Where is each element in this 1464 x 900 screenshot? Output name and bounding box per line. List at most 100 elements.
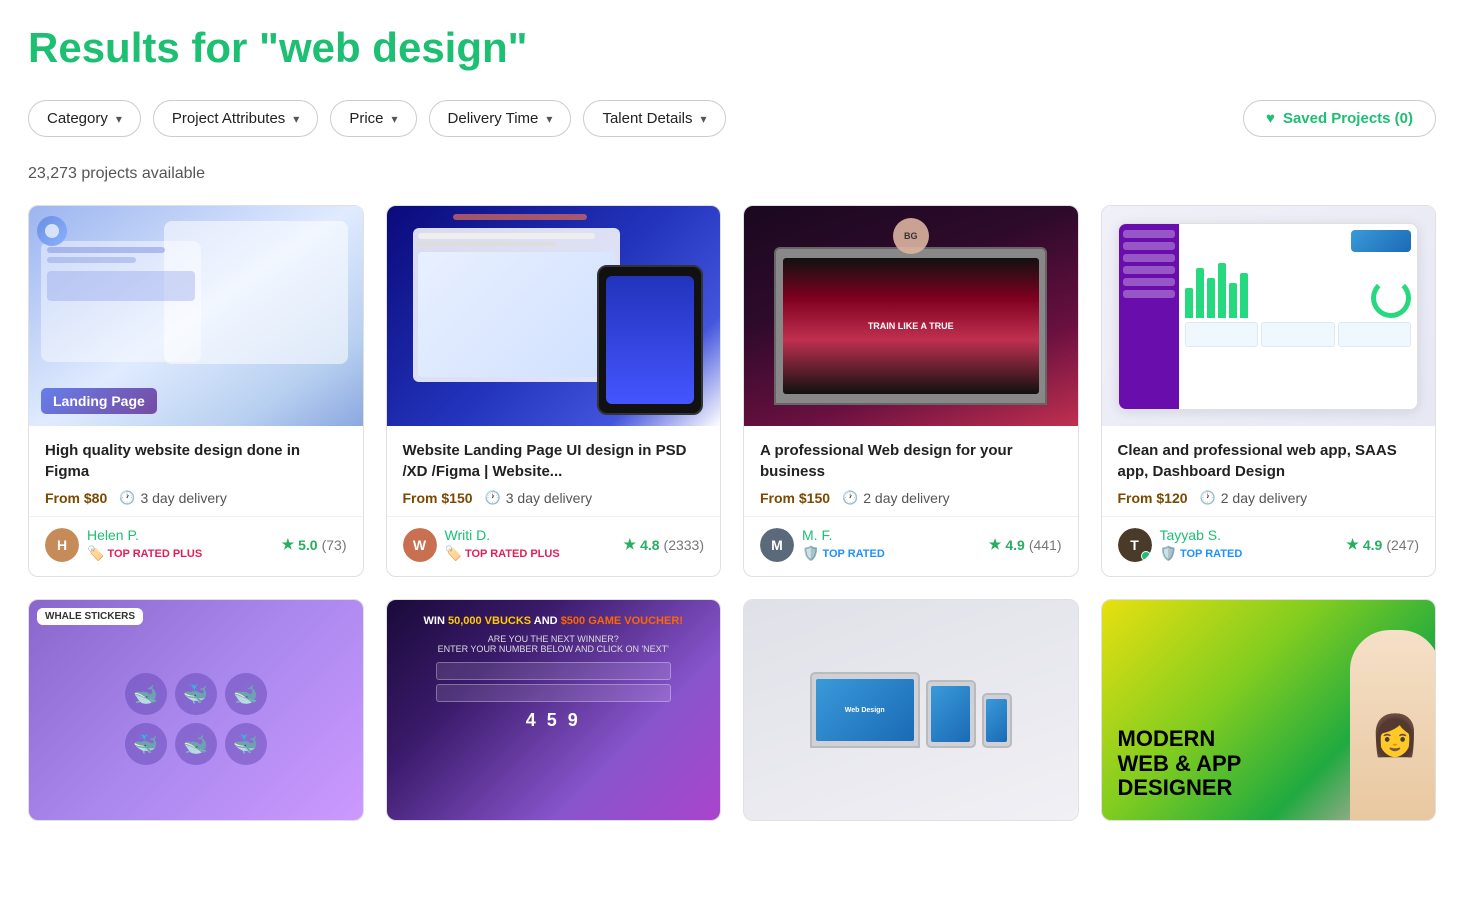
avatar: T [1118, 528, 1152, 562]
rating: ★ 4.9 (441) [989, 536, 1062, 553]
card-footer: M M. F. 🛡️ TOP RATED ★ 4.9 (441) [744, 516, 1078, 576]
card-delivery: 🕐 3 day delivery [119, 490, 227, 506]
clock-icon: 🕐 [842, 490, 858, 506]
project-attributes-filter-label: Project Attributes [172, 110, 285, 127]
card-body: Website Landing Page UI design in PSD /X… [387, 426, 721, 516]
card-footer: H Helen P. 🏷️ TOP RATED PLUS ★ 5.0 (73) [29, 516, 363, 576]
chevron-down-icon: ▾ [293, 112, 299, 126]
project-card: WHALE STICKERS 🐋 🐳 🐋 🐳 🐋 🐳 [28, 599, 364, 821]
modern-designer-text: MODERNWEB & APPDESIGNER [1118, 727, 1242, 800]
star-icon: ★ [624, 536, 637, 553]
card-thumbnail[interactable]: Landing Page [29, 206, 363, 426]
project-attributes-filter[interactable]: Project Attributes ▾ [153, 100, 318, 137]
avatar: M [760, 528, 794, 562]
card-thumbnail[interactable]: WHALE STICKERS 🐋 🐳 🐋 🐳 🐋 🐳 [29, 600, 363, 820]
card-price: From $120 [1118, 490, 1188, 506]
delivery-time-filter[interactable]: Delivery Time ▾ [429, 100, 572, 137]
seller-info: H Helen P. 🏷️ TOP RATED PLUS [45, 527, 202, 562]
card-price: From $150 [403, 490, 473, 506]
game-promo-text: WIN 50,000 VBUCKS AND $500 GAME VOUCHER! [424, 614, 683, 628]
seller-name[interactable]: Helen P. [87, 527, 202, 543]
game-number: 4 5 9 [526, 710, 581, 731]
rating-score: 4.8 [640, 537, 659, 553]
top-rated-badge: 🛡️ TOP RATED [1160, 545, 1243, 562]
devices-preview: Web Design [810, 672, 1012, 748]
card-footer: W Writi D. 🏷️ TOP RATED PLUS ★ 4.8 (2333… [387, 516, 721, 576]
clock-icon: 🕐 [485, 490, 501, 506]
results-count: 23,273 projects available [28, 165, 1436, 183]
chevron-down-icon: ▾ [700, 112, 706, 126]
rating-score: 5.0 [298, 537, 317, 553]
clock-icon: 🕐 [119, 490, 135, 506]
card-thumbnail[interactable]: WIN 50,000 VBUCKS AND $500 GAME VOUCHER!… [387, 600, 721, 820]
rating-score: 4.9 [1005, 537, 1024, 553]
avatar-initial: H [45, 528, 79, 562]
avatar-initial: M [760, 528, 794, 562]
top-rated-plus-badge: 🏷️ TOP RATED PLUS [445, 545, 560, 562]
seller-name[interactable]: M. F. [802, 527, 885, 543]
project-card: WIN 50,000 VBUCKS AND $500 GAME VOUCHER!… [386, 599, 722, 821]
rating-count: (441) [1029, 537, 1062, 553]
card-delivery: 🕐 2 day delivery [842, 490, 950, 506]
saved-projects-label: Saved Projects (0) [1283, 110, 1413, 127]
card-thumbnail[interactable] [1102, 206, 1436, 426]
game-sub-text: ARE YOU THE NEXT WINNER?ENTER YOUR NUMBE… [438, 634, 669, 654]
chevron-down-icon: ▾ [116, 112, 122, 126]
stickers-label: WHALE STICKERS [37, 608, 143, 625]
card-meta: From $150 🕐 2 day delivery [760, 490, 1062, 506]
card-price: From $80 [45, 490, 107, 506]
card-body: A professional Web design for your busin… [744, 426, 1078, 516]
price-filter[interactable]: Price ▾ [330, 100, 416, 137]
avatar: W [403, 528, 437, 562]
price-filter-label: Price [349, 110, 383, 127]
card-delivery: 🕐 3 day delivery [485, 490, 593, 506]
card-footer: T Tayyab S. 🛡️ TOP RATED ★ 4.9 (247) [1102, 516, 1436, 576]
card-delivery: 🕐 2 day delivery [1200, 490, 1308, 506]
badge-icon: 🏷️ [445, 545, 462, 562]
card-meta: From $150 🕐 3 day delivery [403, 490, 705, 506]
badge-icon: 🛡️ [802, 545, 819, 562]
card-body: Clean and professional web app, SAAS app… [1102, 426, 1436, 516]
card-thumbnail[interactable] [387, 206, 721, 426]
delivery-time-filter-label: Delivery Time [448, 110, 539, 127]
project-card: MODERNWEB & APPDESIGNER 👩 [1101, 599, 1437, 821]
page-title: Results for "web design" [28, 24, 1436, 72]
category-filter-label: Category [47, 110, 108, 127]
talent-details-filter[interactable]: Talent Details ▾ [583, 100, 725, 137]
rating-count: (2333) [664, 537, 704, 553]
category-filter[interactable]: Category ▾ [28, 100, 141, 137]
top-rated-badge: 🛡️ TOP RATED [802, 545, 885, 562]
card-meta: From $120 🕐 2 day delivery [1118, 490, 1420, 506]
rating-count: (247) [1386, 537, 1419, 553]
card-meta: From $80 🕐 3 day delivery [45, 490, 347, 506]
star-icon: ★ [989, 536, 1002, 553]
dashboard-preview [1118, 223, 1418, 410]
seller-name[interactable]: Tayyab S. [1160, 527, 1243, 543]
cards-grid: Landing Page High quality website design… [28, 205, 1436, 577]
rating: ★ 5.0 (73) [282, 536, 347, 553]
rating-count: (73) [322, 537, 347, 553]
card-title: High quality website design done in Figm… [45, 440, 347, 482]
chevron-down-icon: ▾ [546, 112, 552, 126]
cards-grid-row2: WHALE STICKERS 🐋 🐳 🐋 🐳 🐋 🐳 WIN 50,000 VB… [28, 599, 1436, 821]
rating: ★ 4.8 (2333) [624, 536, 705, 553]
card-title: Clean and professional web app, SAAS app… [1118, 440, 1420, 482]
filters-row: Category ▾ Project Attributes ▾ Price ▾ … [28, 100, 1436, 137]
card-body: High quality website design done in Figm… [29, 426, 363, 516]
project-card: Clean and professional web app, SAAS app… [1101, 205, 1437, 577]
seller-info: W Writi D. 🏷️ TOP RATED PLUS [403, 527, 560, 562]
saved-projects-button[interactable]: ♥ Saved Projects (0) [1243, 100, 1436, 137]
seller-info: M M. F. 🛡️ TOP RATED [760, 527, 885, 562]
card-thumbnail[interactable]: BG TRAIN LIKE A TRUE [744, 206, 1078, 426]
avatar-initial: W [403, 528, 437, 562]
seller-name[interactable]: Writi D. [445, 527, 560, 543]
top-rated-plus-badge: 🏷️ TOP RATED PLUS [87, 545, 202, 562]
card-thumbnail[interactable]: MODERNWEB & APPDESIGNER 👩 [1102, 600, 1436, 820]
card-thumbnail[interactable]: Web Design [744, 600, 1078, 820]
badge-icon: 🏷️ [87, 545, 104, 562]
project-card: Website Landing Page UI design in PSD /X… [386, 205, 722, 577]
rating: ★ 4.9 (247) [1346, 536, 1419, 553]
badge-icon: 🛡️ [1160, 545, 1177, 562]
card-price: From $150 [760, 490, 830, 506]
card-title: Website Landing Page UI design in PSD /X… [403, 440, 705, 482]
